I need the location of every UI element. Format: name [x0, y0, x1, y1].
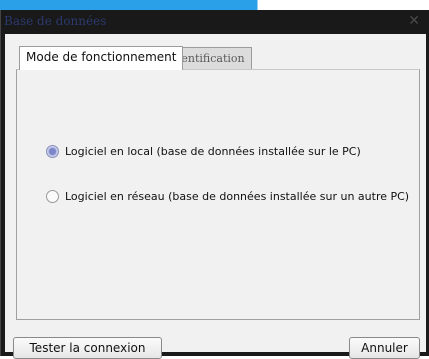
window-title: Base de données: [4, 14, 107, 28]
title-bar[interactable]: Base de données ✕: [1, 10, 429, 34]
option-reseau[interactable]: Logiciel en réseau (base de données inst…: [46, 188, 409, 204]
dialog-window: Base de données ✕ Mode de fonctionnement…: [0, 10, 429, 359]
dialog-body: Mode de fonctionnement Identification Lo…: [5, 34, 426, 359]
top-accent-strip: [0, 0, 429, 10]
tab-panel: Logiciel en local (base de données insta…: [16, 69, 420, 320]
tab-mode-de-fonctionnement[interactable]: Mode de fonctionnement: [19, 46, 184, 70]
radio-local[interactable]: [46, 144, 59, 158]
radio-reseau[interactable]: [46, 189, 59, 203]
option-reseau-label: Logiciel en réseau (base de données inst…: [65, 189, 410, 203]
option-local-label: Logiciel en local (base de données insta…: [65, 144, 361, 158]
close-icon[interactable]: ✕: [408, 13, 420, 29]
option-local[interactable]: Logiciel en local (base de données insta…: [46, 143, 361, 159]
